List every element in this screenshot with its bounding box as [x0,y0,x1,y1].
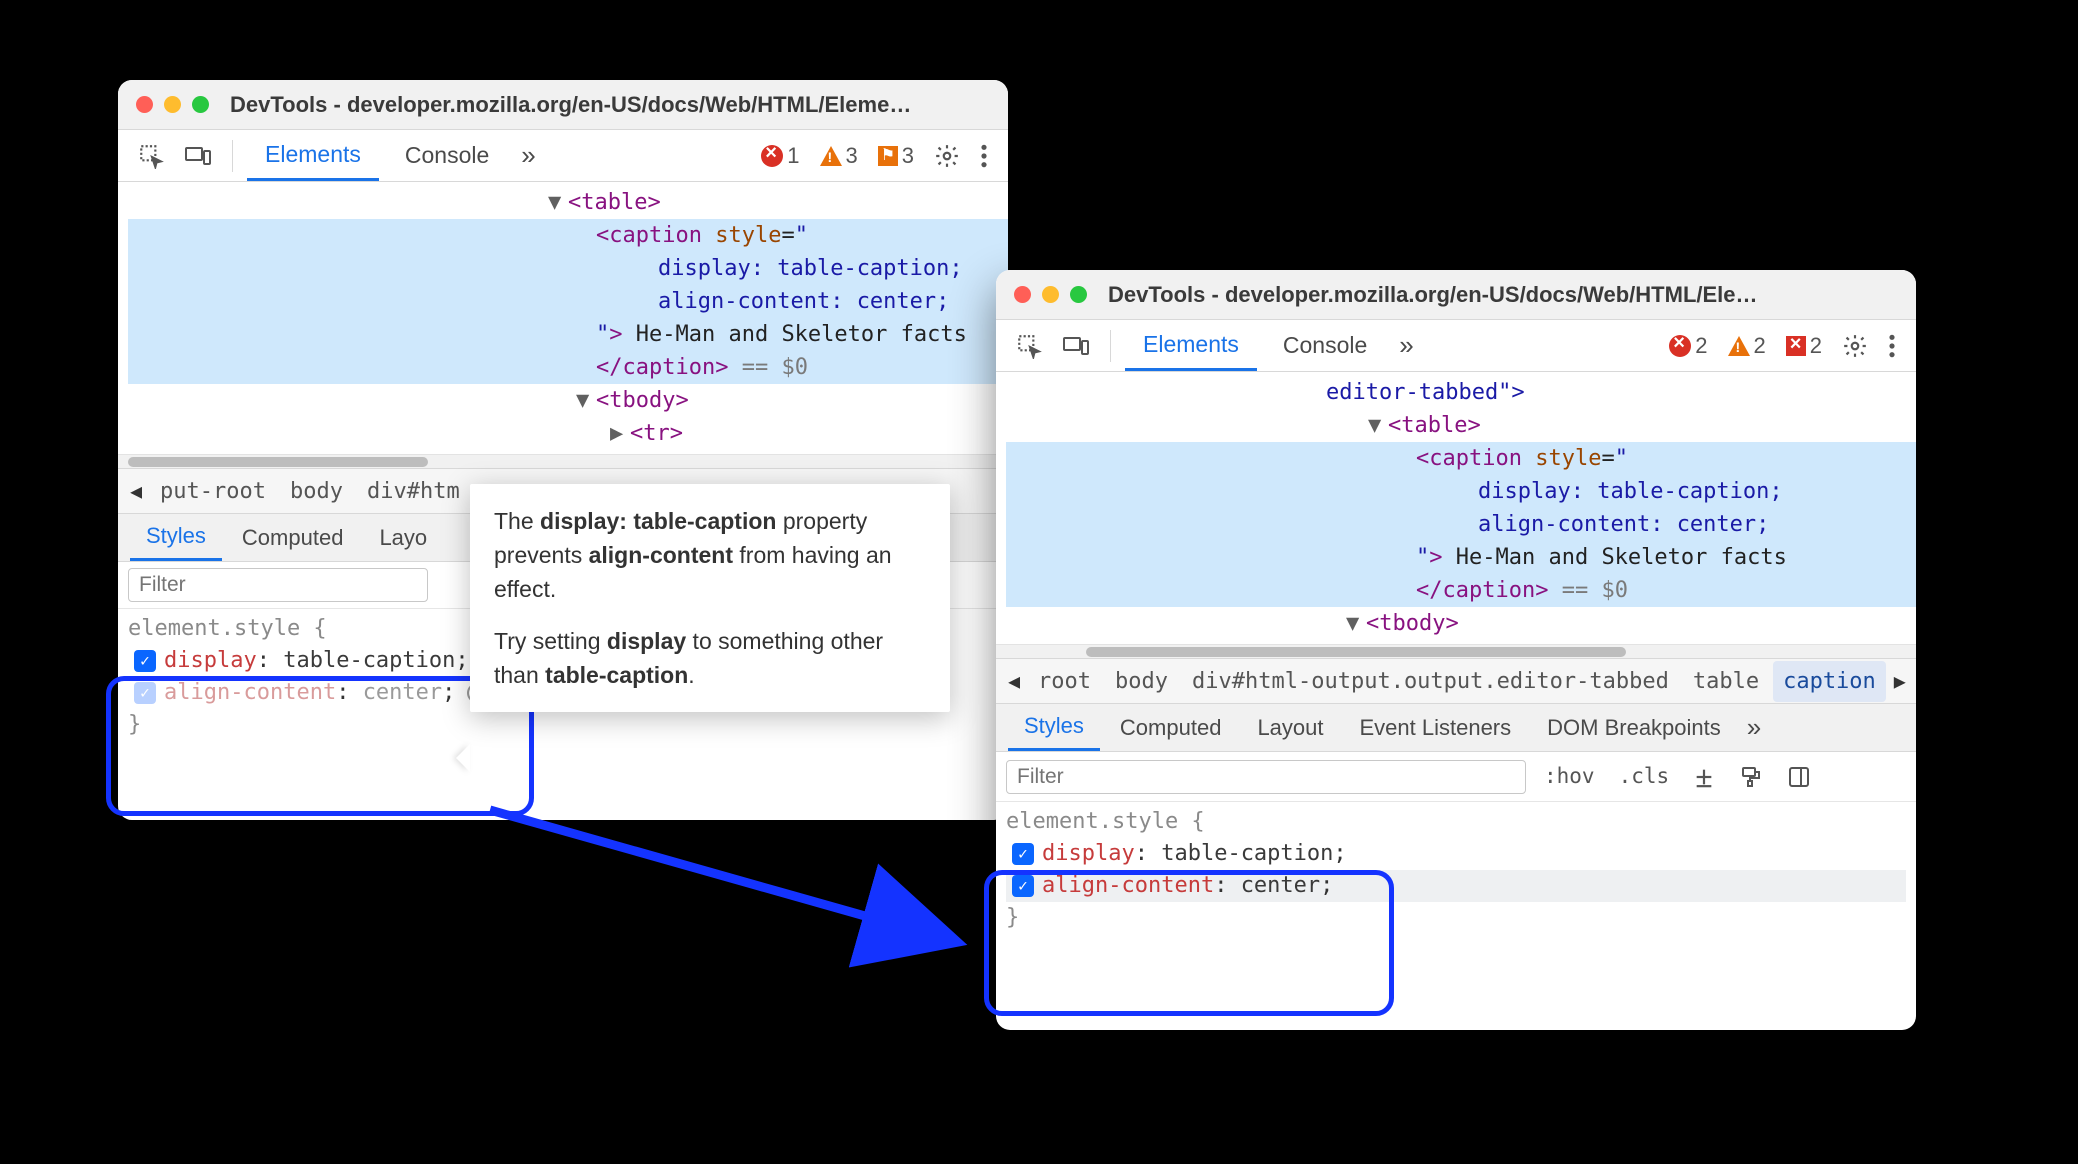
scrollbar-horizontal[interactable] [118,454,1008,468]
error-square-icon [1786,336,1806,356]
css-hint-tooltip: The display: table-caption property prev… [470,484,950,712]
status-info[interactable]: 3 [872,143,920,169]
crumb-prev-icon[interactable]: ◀ [1004,665,1024,698]
status-warnings[interactable]: 3 [814,143,864,169]
devtools-window-right: DevTools - developer.mozilla.org/en-US/d… [996,270,1916,1030]
crumb-prev-icon[interactable]: ◀ [126,475,146,508]
tab-console[interactable]: Console [387,130,507,181]
checkbox-dim-icon[interactable]: ✓ [134,682,156,704]
inspect-icon[interactable] [1010,327,1048,365]
close-icon[interactable] [1014,286,1031,303]
scrollbar-horizontal[interactable] [996,644,1916,658]
paint-icon[interactable] [1733,759,1769,795]
status-warnings[interactable]: 2 [1722,333,1772,359]
checkbox-on-icon[interactable]: ✓ [1012,875,1034,897]
crumb-item[interactable]: root [1028,661,1101,702]
window-title: DevTools - developer.mozilla.org/en-US/d… [230,92,911,118]
annotation-arrow [480,800,1000,980]
tab-console[interactable]: Console [1265,320,1385,371]
crumb-item[interactable]: body [280,471,353,512]
subtab-styles[interactable]: Styles [1008,704,1100,751]
tabs-overflow-icon[interactable]: » [515,140,541,171]
crumb-item[interactable]: div#htm [357,471,470,512]
subtabs-overflow-icon[interactable]: » [1741,712,1767,743]
style-property-display[interactable]: ✓ display: table-caption; [1006,838,1906,870]
close-icon[interactable] [136,96,153,113]
crumb-item[interactable]: put-root [150,471,276,512]
elements-panel: editor-tabbed"> ▼<table> <caption style=… [996,372,1916,1030]
checkbox-on-icon[interactable]: ✓ [1012,843,1034,865]
kebab-icon[interactable] [974,137,994,175]
status-errors[interactable]: 2 [1663,333,1713,359]
computed-panel-icon[interactable] [1781,759,1817,795]
hov-toggle[interactable]: :hov [1538,758,1601,795]
crumb-next-icon[interactable]: ▶ [1890,665,1910,698]
crumb-item[interactable]: body [1105,661,1178,702]
styles-pane[interactable]: element.style { ✓ display: table-caption… [996,802,1916,944]
maximize-icon[interactable] [1070,286,1087,303]
subtab-dom-breakpoints[interactable]: DOM Breakpoints [1531,704,1737,751]
subtab-styles[interactable]: Styles [130,514,222,561]
devtools-toolbar: Elements Console » 1 3 3 [118,130,1008,182]
subtab-event-listeners[interactable]: Event Listeners [1344,704,1528,751]
style-property-align-content[interactable]: ✓ align-content: center; [1006,870,1906,902]
crumb-item[interactable]: table [1683,661,1769,702]
styles-subtabs: Styles Computed Layout Event Listeners D… [996,704,1916,752]
kebab-icon[interactable] [1882,327,1902,365]
subtab-computed[interactable]: Computed [226,514,360,561]
error-icon [761,145,783,167]
cls-toggle[interactable]: .cls [1613,758,1676,795]
styles-filter-input[interactable] [1006,760,1526,794]
new-style-rule-icon[interactable] [1687,760,1721,794]
device-toggle-icon[interactable] [1056,328,1096,364]
crumb-item[interactable]: div#html-output.output.editor-tabbed [1182,661,1679,702]
titlebar: DevTools - developer.mozilla.org/en-US/d… [996,270,1916,320]
gear-icon[interactable] [928,137,966,175]
breadcrumb: ◀ root body div#html-output.output.edito… [996,658,1916,704]
rule-close-brace: } [1006,902,1906,934]
status-info[interactable]: 2 [1780,333,1828,359]
checkbox-on-icon[interactable]: ✓ [134,650,156,672]
error-icon [1669,335,1691,357]
flag-icon [878,146,898,166]
device-toggle-icon[interactable] [178,138,218,174]
rule-close-brace: } [128,709,998,741]
titlebar: DevTools - developer.mozilla.org/en-US/d… [118,80,1008,130]
subtab-computed[interactable]: Computed [1104,704,1238,751]
crumb-item-active[interactable]: caption [1773,661,1886,702]
inspect-icon[interactable] [132,137,170,175]
minimize-icon[interactable] [1042,286,1059,303]
warning-icon [1728,336,1750,356]
window-title: DevTools - developer.mozilla.org/en-US/d… [1108,282,1758,308]
minimize-icon[interactable] [164,96,181,113]
maximize-icon[interactable] [192,96,209,113]
tab-elements[interactable]: Elements [247,130,379,181]
devtools-toolbar: Elements Console » 2 2 2 [996,320,1916,372]
tab-elements[interactable]: Elements [1125,320,1257,371]
status-errors[interactable]: 1 [755,143,805,169]
dom-tree[interactable]: ▼<table> <caption style=" display: table… [118,182,1008,454]
tabs-overflow-icon[interactable]: » [1393,330,1419,361]
rule-selector: element.style { [1006,806,1906,838]
warning-icon [820,146,842,166]
subtab-layout[interactable]: Layo [363,514,443,561]
styles-filter-row: :hov .cls [996,752,1916,802]
subtab-layout[interactable]: Layout [1241,704,1339,751]
dom-tree[interactable]: editor-tabbed"> ▼<table> <caption style=… [996,372,1916,644]
gear-icon[interactable] [1836,327,1874,365]
styles-filter-input[interactable] [128,568,428,602]
